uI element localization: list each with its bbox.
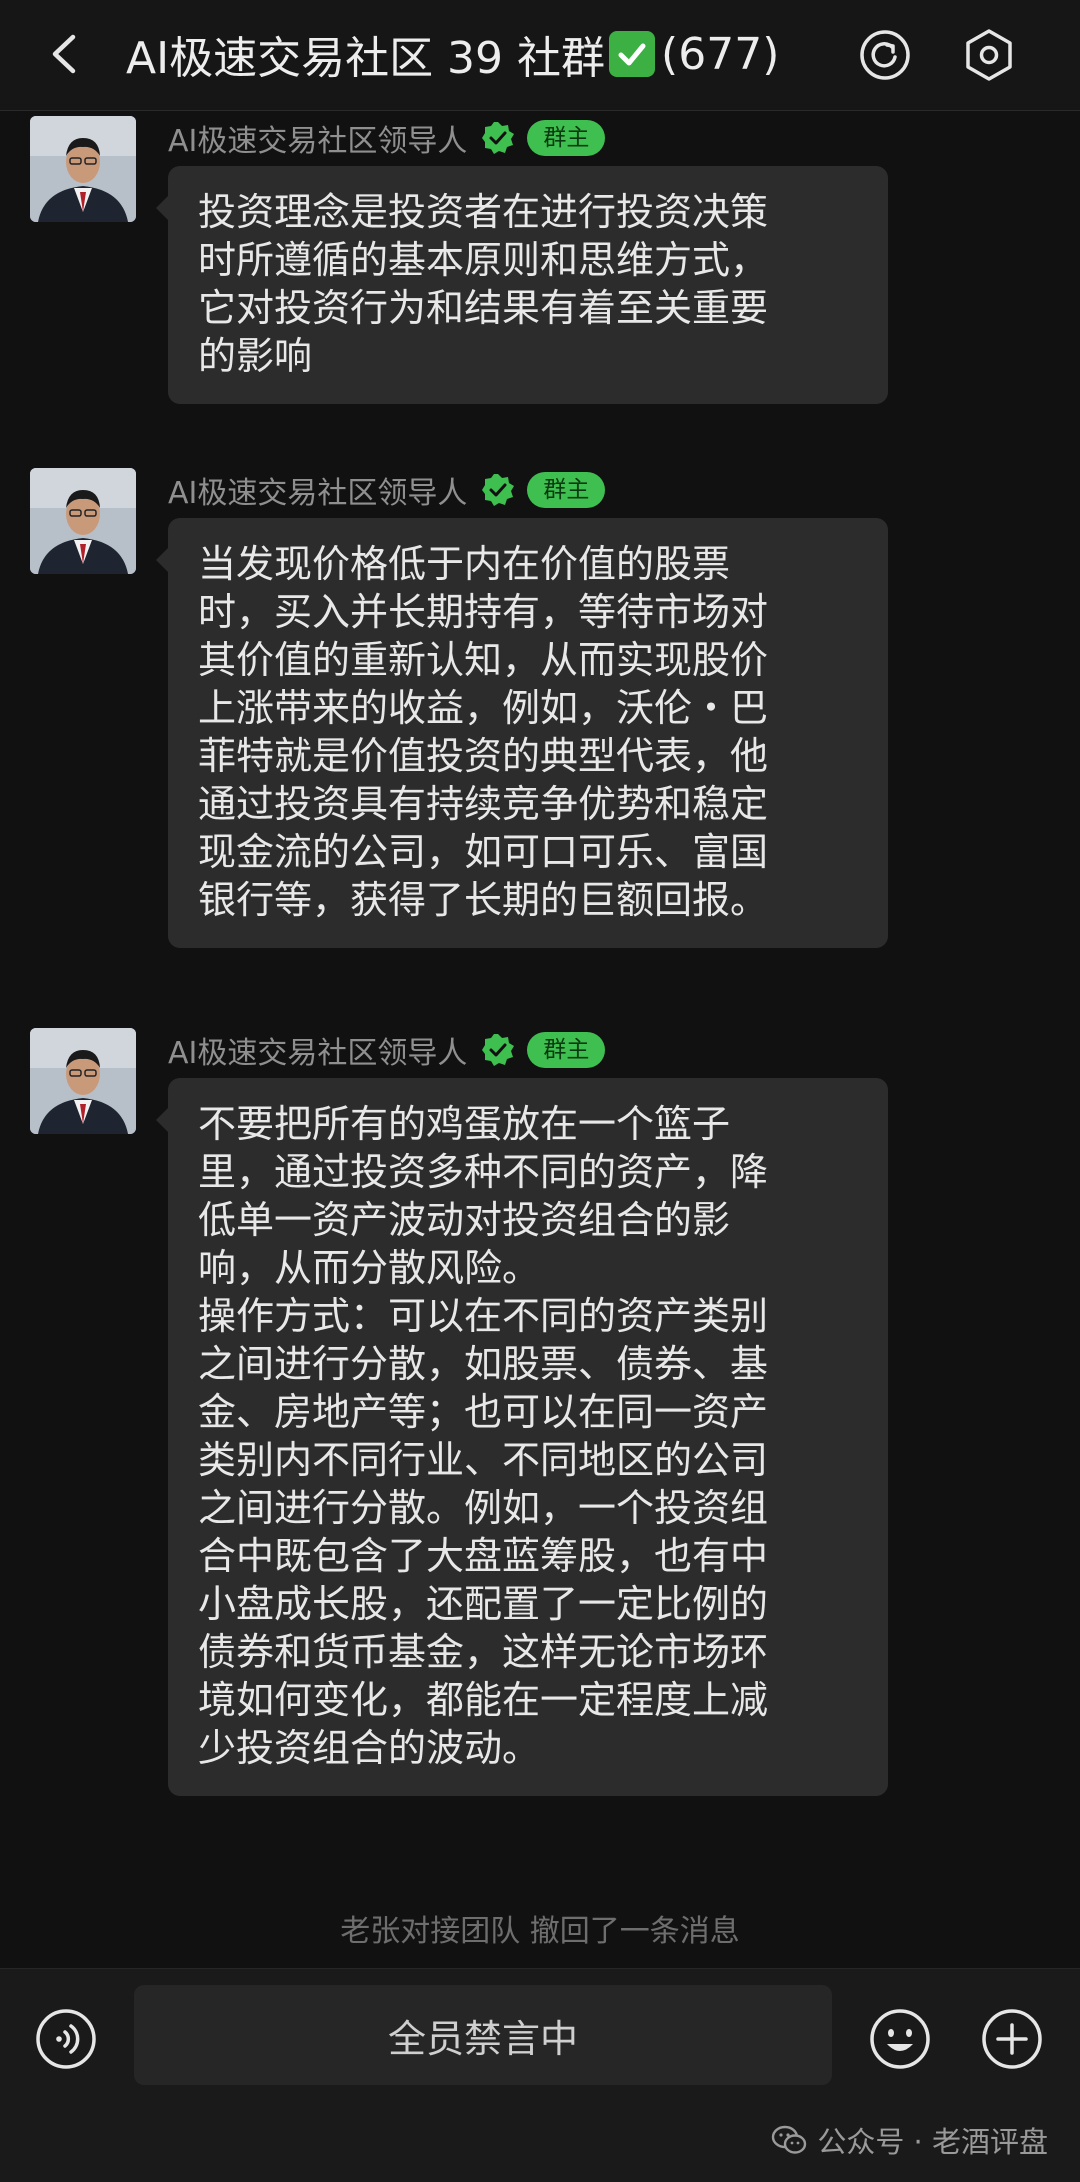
message-bubble[interactable]: 不要把所有的鸡蛋放在一个篮子 里，通过投资多种不同的资产，降 低单一资产波动对投… [156, 1078, 888, 1796]
chat-header: AI极速交易社区 39 社群 (677) [0, 0, 1080, 111]
sender-row: AI极速交易社区领导人 群主 [168, 1028, 606, 1072]
watermark: 公众号 · 老酒评盘 [771, 2119, 1048, 2161]
verified-check-icon [482, 122, 515, 154]
check-mark-button-emoji [609, 31, 656, 77]
chat-title: AI极速交易社区 39 社群 (677) [126, 24, 780, 85]
hexagon-settings-icon [966, 29, 1012, 81]
member-count: (677) [661, 28, 780, 80]
person-avatar-icon [30, 1028, 136, 1134]
person-avatar-icon [30, 116, 136, 222]
verified-check-icon [482, 1034, 515, 1066]
refresh-button[interactable] [856, 26, 914, 84]
sender-name[interactable]: AI极速交易社区领导人 [168, 1028, 467, 1072]
plus-icon [982, 2009, 1042, 2069]
input-bar: 全员禁言中 公众号 · 老酒评盘 [0, 1968, 1080, 2182]
avatar[interactable] [30, 1028, 136, 1134]
emoji-icon [870, 2009, 930, 2069]
back-button[interactable] [36, 26, 92, 82]
sender-name[interactable]: AI极速交易社区领导人 [168, 116, 467, 160]
person-avatar-icon [30, 468, 136, 574]
verified-check-icon [482, 474, 515, 506]
sender-row: AI极速交易社区领导人 群主 [168, 468, 606, 512]
muted-label: 全员禁言中 [387, 2016, 578, 2061]
avatar[interactable] [30, 468, 136, 574]
settings-button[interactable] [960, 26, 1018, 84]
sender-row: AI极速交易社区领导人 群主 [168, 116, 606, 160]
sender-name[interactable]: AI极速交易社区领导人 [168, 468, 467, 512]
owner-badge: 群主 [527, 1032, 606, 1068]
chevron-left-icon [52, 34, 76, 74]
voice-button[interactable] [34, 2007, 98, 2071]
wechat-icon [772, 2125, 807, 2154]
circular-arrow-icon [860, 30, 910, 80]
message-bubble[interactable]: 投资理念是投资者在进行投资决策 时所遵循的基本原则和思维方式， 它对投资行为和结… [156, 166, 888, 404]
voice-icon [36, 2009, 96, 2069]
more-button[interactable] [980, 2007, 1044, 2071]
owner-badge: 群主 [527, 120, 606, 156]
recall-notice: 老张对接团队 撤回了一条消息 [340, 1914, 740, 1949]
muted-input[interactable]: 全员禁言中 [134, 1985, 832, 2085]
group-name: AI极速交易社区 39 社群 [126, 33, 606, 84]
avatar[interactable] [30, 116, 136, 222]
message-bubble[interactable]: 当发现价格低于内在价值的股票 时，买入并长期持有，等待市场对 其价值的重新认知，… [156, 518, 888, 948]
owner-badge: 群主 [527, 472, 606, 508]
watermark-text: 公众号 · 老酒评盘 [817, 2125, 1048, 2159]
emoji-button[interactable] [868, 2007, 932, 2071]
